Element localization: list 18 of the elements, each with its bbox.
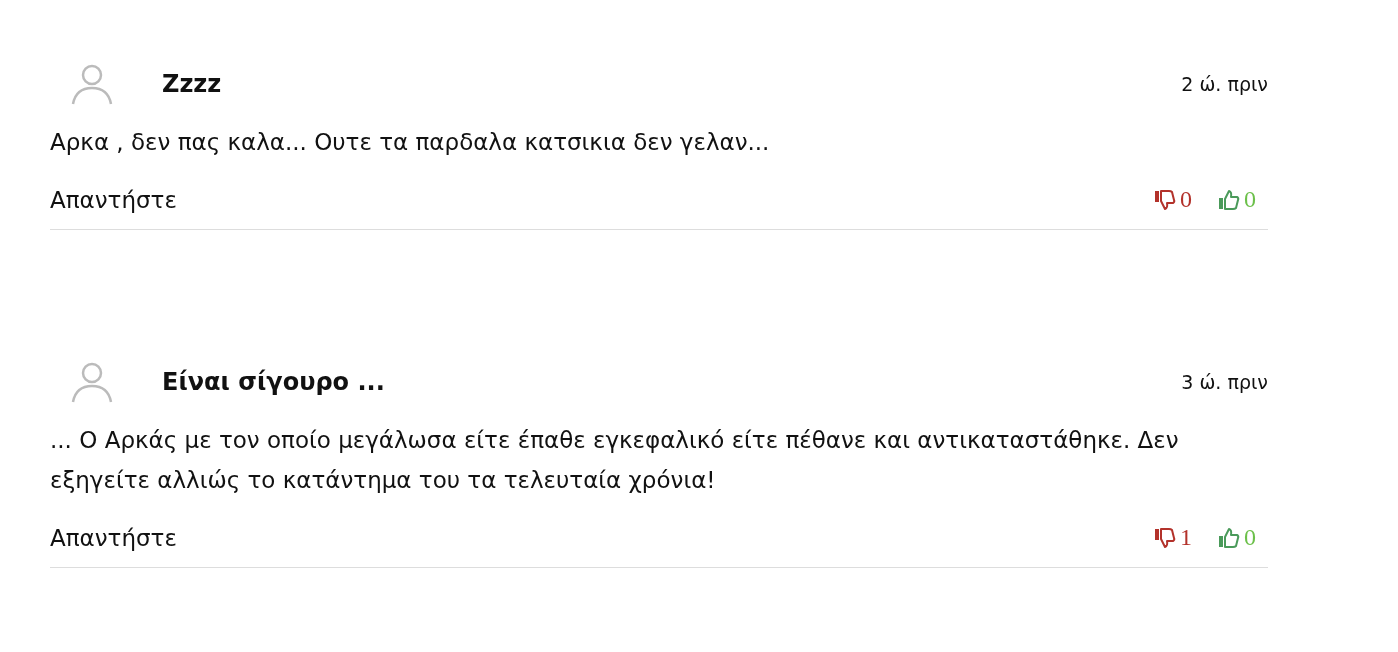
dislike-count: 0	[1180, 186, 1192, 213]
like-count: 0	[1244, 524, 1256, 551]
like-count: 0	[1244, 186, 1256, 213]
thumbs-down-icon	[1154, 526, 1176, 549]
avatar-icon	[70, 360, 114, 404]
avatar-icon	[70, 62, 114, 106]
reply-link[interactable]: Απαντήστε	[50, 186, 177, 213]
thumbs-up-icon	[1218, 188, 1240, 211]
comment-time: 2 ώ. πριν	[1181, 73, 1268, 95]
comment-text: ... Ο Αρκάς με τον οποίο μεγάλωσα είτε έπαθε εγκεφαλικό είτε πέθανε και αντικαταστάθηκε. Δεν εξηγείτε αλλιώς το κατάντημα του τα τελευταία χρόνια!	[50, 426, 1180, 495]
author-name: Είναι σίγουρο ...	[162, 368, 386, 396]
thumbs-up-icon	[1218, 526, 1240, 549]
thumbs-down-icon	[1154, 188, 1176, 211]
reply-link[interactable]: Απαντήστε	[50, 524, 177, 551]
comment-time: 3 ώ. πριν	[1181, 371, 1268, 393]
dislike-count: 1	[1180, 524, 1192, 551]
author-name: Zzzz	[162, 70, 223, 98]
comment-text: Αρκα , δεν πας καλα... Ουτε τα παρδαλα κατσικια δεν γελαν...	[50, 128, 771, 157]
